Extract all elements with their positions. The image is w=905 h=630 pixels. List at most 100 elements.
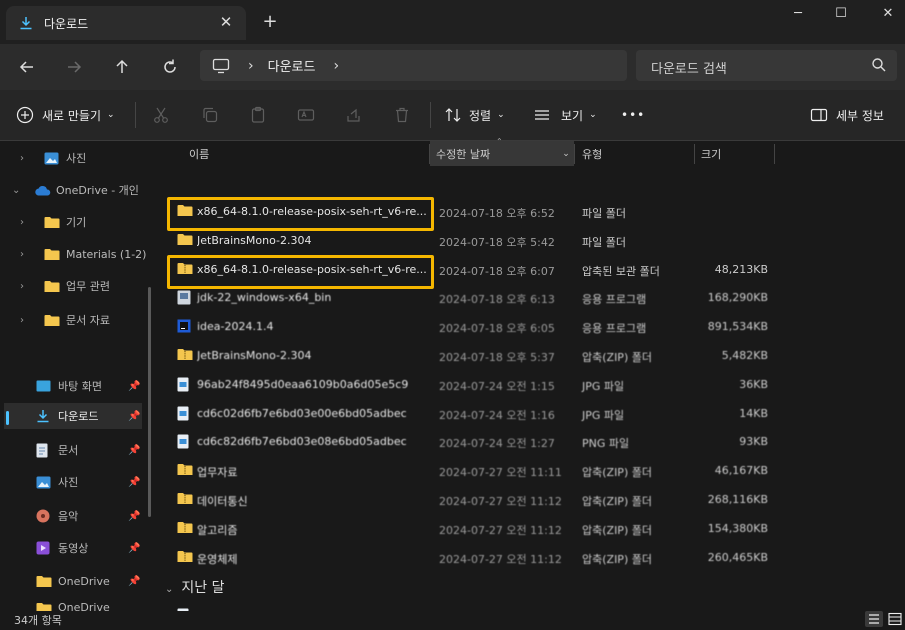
file-name: JetBrainsMono-2.304 xyxy=(197,349,312,362)
sidebar-item-folder[interactable]: › Materials (1-2) xyxy=(0,241,150,267)
column-divider[interactable] xyxy=(694,144,695,164)
column-header-size[interactable]: 크기 xyxy=(701,141,771,166)
pin-icon[interactable]: 📌 xyxy=(128,445,140,456)
view-button[interactable]: 보기 ⌄ xyxy=(533,104,597,126)
sidebar-item-folder[interactable]: OneDrive 📌 xyxy=(0,568,150,594)
sidebar-scrollbar[interactable] xyxy=(148,287,151,517)
breadcrumb[interactable]: 다운로드 xyxy=(268,56,316,75)
installer-icon xyxy=(177,290,191,305)
sidebar-item-folder[interactable]: › 문서 자료 xyxy=(0,307,150,333)
column-header-date[interactable]: 수정한 날짜 ⌃ xyxy=(430,137,574,166)
search-placeholder: 다운로드 검색 xyxy=(651,62,727,77)
file-row[interactable]: 데이터통신 2024-07-27 오전 11:12 압축(ZIP) 폴더 268,11… xyxy=(169,486,904,514)
folder-icon xyxy=(44,216,60,229)
copy-icon xyxy=(203,107,218,123)
back-button[interactable] xyxy=(16,56,38,78)
zip-folder-icon xyxy=(177,550,193,563)
file-row[interactable]: JetBrainsMono-2.304 2024-07-18 오후 5:37 압축(… xyxy=(169,342,904,370)
command-bar: 새로 만들기 ⌄ 정렬 ⌄ 보기 ⌄ ••• 세부 정보 xyxy=(0,90,905,141)
pin-icon[interactable]: 📌 xyxy=(128,411,140,422)
cut-button[interactable] xyxy=(152,104,170,126)
new-tab-button[interactable]: + xyxy=(260,12,280,32)
group-header[interactable]: ⌄ 지난 달 xyxy=(165,577,224,597)
delete-button[interactable] xyxy=(393,104,411,126)
sidebar-item-label: OneDrive - 개인 xyxy=(56,184,139,197)
sidebar-item-label: 음악 xyxy=(58,510,79,523)
file-row[interactable]: 운영체제 2024-07-27 오전 11:12 압축(ZIP) 폴더 260,465… xyxy=(169,544,904,572)
up-button[interactable] xyxy=(111,56,133,78)
folder-icon xyxy=(44,314,60,327)
file-size: 93KB xyxy=(739,435,768,449)
chevron-right-icon[interactable]: › xyxy=(20,315,24,326)
music-icon xyxy=(36,509,50,523)
file-size: 36KB xyxy=(739,377,768,391)
column-header-type[interactable]: 유형 xyxy=(582,141,692,166)
sidebar-item-music[interactable]: 음악 📌 xyxy=(0,503,150,529)
file-date: 2024-07-18 오후 5:37 xyxy=(439,351,555,364)
pin-icon[interactable]: 📌 xyxy=(128,511,140,522)
file-row[interactable]: 알고리즘 2024-07-27 오전 11:12 압축(ZIP) 폴더 154,380… xyxy=(169,515,904,543)
file-row[interactable]: idea-2024.1.4 2024-07-18 오후 6:05 응용 프로그램 89… xyxy=(169,313,904,341)
column-divider[interactable] xyxy=(574,144,575,164)
sidebar-item-desktop[interactable]: 바탕 화면 📌 xyxy=(0,373,150,399)
forward-button[interactable] xyxy=(63,56,85,78)
pin-icon[interactable]: 📌 xyxy=(128,477,140,488)
thumbnail-view-icon xyxy=(888,612,902,626)
column-header-name[interactable]: 이름 xyxy=(189,141,429,166)
sort-icon xyxy=(445,108,461,122)
chevron-down-icon[interactable]: ⌄ xyxy=(12,185,20,196)
minimize-button[interactable]: ─ xyxy=(788,4,808,24)
more-options-button[interactable]: ••• xyxy=(621,104,645,126)
file-row[interactable]: 업무자료 2024-07-27 오전 11:11 압축(ZIP) 폴더 46,167K… xyxy=(169,457,904,485)
chevron-right-icon[interactable]: › xyxy=(20,281,24,292)
file-row[interactable]: cd6c82d6fb7e6bd03e08e6bd05adbec 2024-07-2… xyxy=(169,428,904,456)
file-size: 14KB xyxy=(739,406,768,420)
sidebar-item-videos[interactable]: 동영상 📌 xyxy=(0,535,150,561)
file-row[interactable]: 96ab24f8495d0eaa6109b0a6d05e5c9 2024-07-2… xyxy=(169,371,904,399)
close-tab-icon[interactable]: ✕ xyxy=(218,14,234,30)
tab-downloads[interactable]: 다운로드 ✕ xyxy=(6,6,246,40)
chevron-right-icon[interactable]: › xyxy=(20,249,24,260)
item-count: 34개 항목 xyxy=(14,614,62,627)
pin-icon[interactable]: 📌 xyxy=(128,543,140,554)
sidebar-item-onedrive[interactable]: ⌄ OneDrive - 개인 xyxy=(0,177,150,203)
new-button[interactable]: 새로 만들기 ⌄ xyxy=(16,104,115,126)
file-row[interactable]: cd6c02d6fb7e6bd03e00e6bd05adbec 2024-07-2… xyxy=(169,400,904,428)
rename-button[interactable] xyxy=(297,104,315,126)
sidebar-item-folder[interactable]: OneDrive xyxy=(0,596,150,611)
file-date: 2024-07-18 오후 6:52 xyxy=(439,207,555,220)
sidebar-item-downloads[interactable]: 다운로드 📌 xyxy=(4,403,142,429)
column-divider[interactable] xyxy=(774,144,775,164)
close-window-button[interactable]: ✕ xyxy=(878,4,898,24)
pin-icon[interactable]: 📌 xyxy=(128,576,140,587)
share-icon xyxy=(347,108,360,122)
sidebar-item-label: 사진 xyxy=(66,152,87,165)
download-icon xyxy=(36,409,50,423)
refresh-button[interactable] xyxy=(159,56,181,78)
column-filter-button[interactable]: ⌄ xyxy=(558,141,574,166)
search-input[interactable]: 다운로드 검색 xyxy=(636,50,897,81)
image-icon xyxy=(177,434,189,449)
details-view-button[interactable] xyxy=(865,611,883,627)
share-button[interactable] xyxy=(345,104,363,126)
details-pane-button[interactable]: 세부 정보 xyxy=(810,104,884,126)
thumbnail-view-button[interactable] xyxy=(886,611,904,627)
maximize-button[interactable]: ☐ xyxy=(831,4,851,24)
sort-button[interactable]: 정렬 ⌄ xyxy=(444,104,505,126)
paste-button[interactable] xyxy=(249,104,267,126)
address-bar[interactable]: › 다운로드 › xyxy=(200,50,627,81)
chevron-right-icon[interactable]: › xyxy=(20,153,24,164)
pin-icon[interactable]: 📌 xyxy=(128,381,140,392)
sidebar-item-pictures[interactable]: › 사진 xyxy=(0,145,150,171)
sidebar-item-label: 바탕 화면 xyxy=(58,380,102,393)
trash-icon xyxy=(396,107,408,123)
chevron-right-icon[interactable]: › xyxy=(333,58,339,74)
sidebar-item-folder[interactable]: › 업무 관련 xyxy=(0,273,150,299)
chevron-right-icon[interactable]: › xyxy=(20,217,24,228)
copy-button[interactable] xyxy=(201,104,219,126)
search-icon xyxy=(871,57,887,73)
file-size: 5,482KB xyxy=(721,349,768,362)
sidebar-item-documents[interactable]: 문서 📌 xyxy=(0,437,150,463)
sidebar-item-folder[interactable]: › 기기 xyxy=(0,209,150,235)
sidebar-item-pictures[interactable]: 사진 📌 xyxy=(0,469,150,495)
